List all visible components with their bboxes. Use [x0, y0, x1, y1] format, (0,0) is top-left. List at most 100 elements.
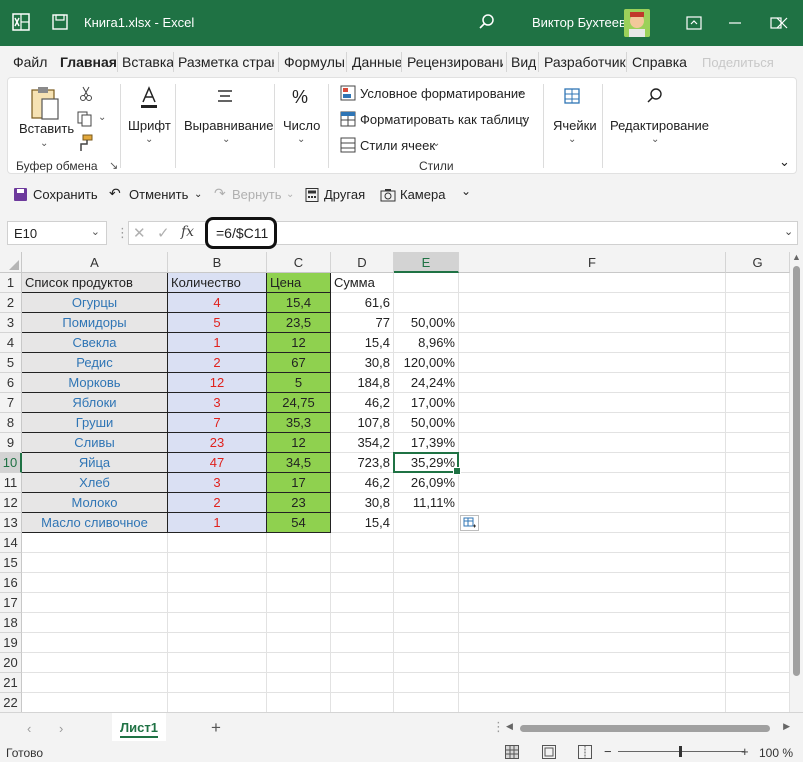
chevron-down-icon[interactable]: ⌄: [145, 134, 153, 145]
zoom-level[interactable]: 100 %: [759, 746, 793, 760]
header-cell[interactable]: [394, 273, 459, 293]
price-cell[interactable]: 34,5: [267, 453, 331, 473]
undo-icon[interactable]: ↶: [109, 185, 121, 202]
sum-cell[interactable]: 15,4: [331, 513, 394, 533]
chevron-down-icon[interactable]: ⌄: [568, 134, 576, 145]
vertical-scroll-thumb[interactable]: [793, 266, 800, 676]
page-break-view-icon[interactable]: [578, 745, 592, 759]
scroll-left-icon[interactable]: ◀: [506, 721, 513, 732]
row-header[interactable]: 3: [0, 313, 22, 333]
save-icon[interactable]: [13, 187, 28, 202]
calculator-icon[interactable]: [305, 188, 319, 202]
product-name-cell[interactable]: Сливы: [22, 433, 168, 453]
qat-other-button[interactable]: Другая: [324, 187, 365, 202]
sum-cell[interactable]: 30,8: [331, 353, 394, 373]
product-name-cell[interactable]: Яблоки: [22, 393, 168, 413]
editing-button[interactable]: Редактирование: [610, 118, 709, 133]
cell[interactable]: [331, 613, 394, 633]
ribbon-display-icon[interactable]: [684, 13, 704, 33]
redo-icon[interactable]: ↷: [214, 185, 226, 202]
minimize-icon[interactable]: [725, 13, 745, 33]
row-header[interactable]: 12: [0, 493, 22, 513]
price-cell[interactable]: 24,75: [267, 393, 331, 413]
paste-label[interactable]: Вставить: [19, 121, 74, 136]
percent-cell[interactable]: 120,00%: [394, 353, 459, 373]
cell[interactable]: [331, 693, 394, 712]
close-icon[interactable]: [772, 13, 792, 33]
sum-cell[interactable]: 107,8: [331, 413, 394, 433]
row-header[interactable]: 7: [0, 393, 22, 413]
cell[interactable]: [267, 653, 331, 673]
quantity-cell[interactable]: 47: [168, 453, 267, 473]
scroll-right-icon[interactable]: ▶: [783, 721, 790, 732]
cell[interactable]: [459, 653, 726, 673]
cell[interactable]: [726, 413, 790, 433]
price-cell[interactable]: 54: [267, 513, 331, 533]
cell[interactable]: [394, 553, 459, 573]
tab-developer[interactable]: Разработчик: [544, 54, 626, 70]
cell-styles-button[interactable]: Стили ячеек: [360, 138, 435, 153]
cell[interactable]: [459, 553, 726, 573]
chevron-down-icon[interactable]: ⌄: [286, 189, 294, 200]
font-icon[interactable]: [139, 86, 159, 110]
quantity-cell[interactable]: 3: [168, 473, 267, 493]
select-all-corner[interactable]: [0, 252, 22, 273]
cell[interactable]: [331, 593, 394, 613]
price-cell[interactable]: 35,3: [267, 413, 331, 433]
percent-cell[interactable]: 24,24%: [394, 373, 459, 393]
cells-button[interactable]: Ячейки: [553, 118, 597, 133]
cell[interactable]: [726, 593, 790, 613]
price-cell[interactable]: 17: [267, 473, 331, 493]
cell[interactable]: [394, 693, 459, 712]
cell[interactable]: [394, 613, 459, 633]
cell[interactable]: [22, 653, 168, 673]
chevron-down-icon[interactable]: ⌄: [40, 138, 48, 149]
conditional-formatting-icon[interactable]: [340, 85, 356, 101]
cell[interactable]: [168, 693, 267, 712]
tab-help[interactable]: Справка: [632, 54, 687, 70]
horizontal-scrollbar[interactable]: ◀ ▶: [504, 721, 792, 734]
cell[interactable]: [726, 433, 790, 453]
percent-cell[interactable]: 17,00%: [394, 393, 459, 413]
quantity-cell[interactable]: 5: [168, 313, 267, 333]
quantity-cell[interactable]: 1: [168, 333, 267, 353]
chevron-down-icon[interactable]: ⌄: [432, 138, 440, 149]
cell[interactable]: [459, 673, 726, 693]
percent-cell[interactable]: 8,96%: [394, 333, 459, 353]
cell[interactable]: [168, 553, 267, 573]
normal-view-icon[interactable]: [505, 745, 519, 759]
paste-icon[interactable]: [28, 85, 62, 121]
row-header[interactable]: 5: [0, 353, 22, 373]
chevron-down-icon[interactable]: ⌄: [651, 134, 659, 145]
save-icon[interactable]: [52, 14, 68, 30]
next-sheet-icon[interactable]: ›: [59, 721, 63, 736]
column-header[interactable]: G: [726, 252, 790, 273]
sum-cell[interactable]: 354,2: [331, 433, 394, 453]
enter-icon[interactable]: ✓: [157, 224, 170, 242]
paste-options-icon[interactable]: [460, 515, 479, 531]
cell[interactable]: [267, 573, 331, 593]
product-name-cell[interactable]: Масло сливочное: [22, 513, 168, 533]
share-button[interactable]: Поделиться: [702, 55, 774, 70]
cell[interactable]: [726, 273, 790, 293]
product-name-cell[interactable]: Хлеб: [22, 473, 168, 493]
cell[interactable]: [726, 553, 790, 573]
cells-icon[interactable]: [563, 87, 581, 105]
cell[interactable]: [459, 453, 726, 473]
number-button[interactable]: Число: [283, 118, 320, 133]
cell[interactable]: [459, 353, 726, 373]
copy-icon[interactable]: [76, 110, 94, 128]
cell[interactable]: [394, 653, 459, 673]
sum-cell[interactable]: 46,2: [331, 393, 394, 413]
row-header[interactable]: 2: [0, 293, 22, 313]
tab-view[interactable]: Вид: [511, 54, 536, 70]
cell[interactable]: [726, 673, 790, 693]
price-cell[interactable]: 12: [267, 433, 331, 453]
customize-qat-icon[interactable]: ⌄: [461, 184, 471, 198]
cell[interactable]: [331, 633, 394, 653]
cell[interactable]: [267, 673, 331, 693]
chevron-down-icon[interactable]: ⌄: [297, 134, 305, 145]
cell[interactable]: [459, 313, 726, 333]
cell[interactable]: [459, 573, 726, 593]
column-header[interactable]: E: [394, 252, 459, 273]
